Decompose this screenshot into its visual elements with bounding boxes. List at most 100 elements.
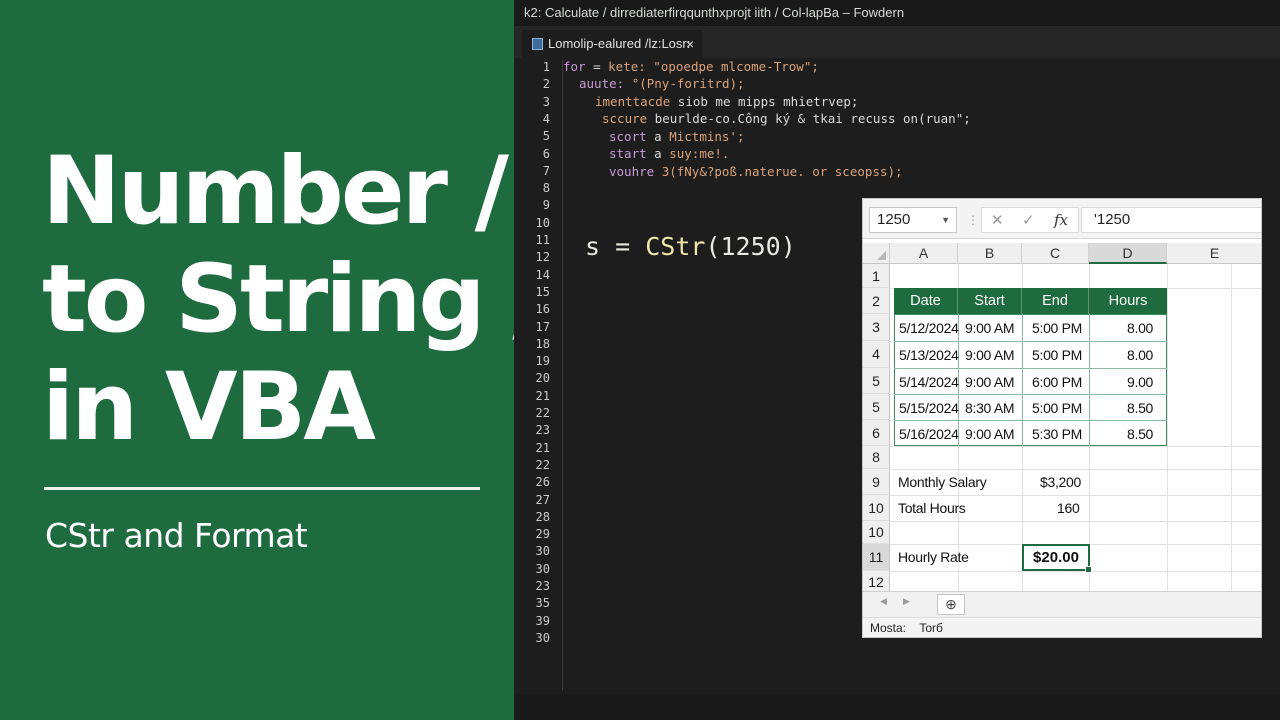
row-header[interactable]: 10	[863, 521, 890, 544]
row-header[interactable]: 6	[863, 420, 890, 446]
gridline	[890, 495, 1261, 496]
insert-function-icon[interactable]: fx	[1054, 211, 1068, 229]
code-line[interactable]: sccure beurlde-co.Công ký & tkai recuss …	[602, 111, 971, 126]
table-cell[interactable]: 5:00 PM	[1032, 400, 1082, 416]
line-number: 35	[535, 596, 550, 611]
name-box[interactable]: 1250 ▼	[869, 207, 957, 233]
hourly-rate-value[interactable]: $20.00	[1022, 544, 1092, 573]
window-title: k2: Calculate / dirrediaterfirqqunthxpro…	[514, 0, 1280, 26]
editor-tab[interactable]: Lomolip-ealured /lz:Losr: ×	[522, 30, 702, 58]
column-header-e[interactable]: E	[1167, 243, 1261, 264]
line-number: 39	[535, 613, 550, 628]
line-number: 1	[542, 60, 550, 74]
code-line[interactable]: start a suy:me!.	[609, 146, 729, 161]
gridline	[890, 446, 1261, 447]
line-number: 22	[535, 406, 550, 420]
status-bar: Mosta: Torб	[863, 617, 1261, 637]
table-cell[interactable]: 5/12/2024	[899, 320, 959, 336]
cell-grid: A B C D E 1 2 3 4 5 5 6 8 9 10 10 11 12 …	[863, 239, 1261, 594]
line-number: 29	[535, 527, 550, 542]
column-header-d[interactable]: D	[1089, 243, 1167, 264]
row-header[interactable]: 5	[863, 368, 890, 394]
code-line[interactable]: for = kete: "opoedpe mlcome-Trow";	[563, 59, 819, 74]
row-header[interactable]: 2	[863, 288, 890, 314]
row-header[interactable]: 5	[863, 394, 890, 420]
table-cell[interactable]: 9.00	[1127, 374, 1153, 390]
table-cell[interactable]: 9:00 AM	[965, 374, 1015, 390]
row-header[interactable]: 3	[863, 314, 890, 341]
chevron-down-icon[interactable]: ▼	[941, 208, 950, 232]
editor-status-strip	[514, 694, 1280, 720]
line-number: 5	[542, 129, 550, 144]
table-cell[interactable]: 5:00 PM	[1032, 320, 1082, 336]
table-cell[interactable]: 5/16/2024	[899, 426, 959, 442]
table-cell[interactable]: 8.50	[1127, 400, 1153, 416]
cstr-code-line[interactable]: s = CStr(1250)	[585, 232, 796, 261]
table-cell[interactable]: 5/15/2024	[899, 400, 959, 416]
table-cell[interactable]: 8.00	[1127, 320, 1153, 336]
tab-label: Lomolip-ealured /lz:Losr:	[548, 36, 691, 51]
table-cell[interactable]: 5:30 PM	[1032, 426, 1082, 442]
line-number: 14	[535, 267, 550, 282]
column-header-a[interactable]: A	[890, 243, 958, 264]
row-header[interactable]: 8	[863, 446, 890, 469]
row-header[interactable]: 10	[863, 495, 890, 521]
column-header-b[interactable]: B	[958, 243, 1022, 264]
monthly-salary-label[interactable]: Monthly Salary	[898, 474, 987, 490]
table-row-divider	[894, 368, 1167, 369]
select-all-corner[interactable]	[863, 243, 890, 264]
code-line[interactable]: auute: °(Pny-foritrd);	[579, 76, 745, 91]
table-cell[interactable]: 5:00 PM	[1032, 347, 1082, 363]
line-number: 9	[542, 198, 550, 213]
title-panel: Number / to String / in VBA CStr and For…	[0, 0, 547, 720]
formula-input[interactable]: '1250	[1081, 207, 1261, 233]
monthly-salary-value[interactable]: $3,200	[1040, 474, 1081, 490]
confirm-icon[interactable]: ✓	[1022, 211, 1035, 229]
line-number: 26	[535, 475, 550, 490]
close-tab-icon[interactable]: ×	[686, 30, 694, 58]
column-header-c[interactable]: C	[1022, 243, 1089, 264]
table-cell[interactable]: 6:00 PM	[1032, 374, 1082, 390]
line-number-gutter: 1 2 3 4 5 6 7 8 9 10 11 12 14 15 16 17 18 19 20 21 22 23 21 22 2…	[514, 58, 556, 658]
hourly-rate-label[interactable]: Hourly Rate	[898, 549, 969, 565]
row-header[interactable]: 9	[863, 469, 890, 495]
table-cell[interactable]: 9:00 AM	[965, 347, 1015, 363]
table-cell[interactable]: 8.00	[1127, 347, 1153, 363]
page-title: Number / to String / in VBA	[42, 138, 547, 462]
total-hours-label[interactable]: Total Hours	[898, 500, 966, 516]
scroll-left-icon[interactable]: ◀	[880, 596, 887, 607]
table-col-divider	[1089, 314, 1090, 446]
total-hours-value[interactable]: 160	[1057, 500, 1080, 516]
table-cell[interactable]: 8:30 AM	[965, 400, 1015, 416]
code-line[interactable]: imenttacde siob me mipps mhietrvep;	[595, 94, 858, 109]
line-number: 17	[535, 319, 550, 334]
table-header-start[interactable]: Start	[958, 288, 1022, 314]
table-header-date[interactable]: Date	[894, 288, 958, 314]
table-header-hours[interactable]: Hours	[1089, 288, 1167, 314]
table-cell[interactable]: 5/13/2024	[899, 347, 959, 363]
scroll-right-icon[interactable]: ▶	[903, 596, 910, 607]
table-header-end[interactable]: End	[1022, 288, 1089, 314]
code-line[interactable]: scort a Mictmins';	[609, 129, 744, 144]
row-header[interactable]: 1	[863, 264, 890, 288]
row-header[interactable]: 4	[863, 341, 890, 368]
line-number: 20	[535, 371, 550, 386]
row-header[interactable]: 11	[863, 544, 890, 571]
add-sheet-icon[interactable]: ⊕	[937, 594, 965, 615]
cancel-icon[interactable]: ✕	[991, 211, 1004, 229]
code-line[interactable]: vouhre 3(fNy&?poß.naterue. or sceopss);	[609, 164, 903, 179]
table-cell[interactable]: 5/14/2024	[899, 374, 959, 390]
row-header[interactable]: 12	[863, 571, 890, 593]
indent-guide	[562, 60, 563, 690]
table-row-divider	[894, 341, 1167, 342]
line-number: 21	[535, 440, 550, 455]
table-cell[interactable]: 8.50	[1127, 426, 1153, 442]
line-number: 8	[542, 181, 550, 196]
gridline	[1167, 264, 1168, 594]
line-number: 18	[535, 336, 550, 351]
table-cell[interactable]: 9:00 AM	[965, 320, 1015, 336]
line-number: 28	[535, 509, 550, 524]
gridline	[890, 571, 1261, 572]
table-cell[interactable]: 9:00 AM	[965, 426, 1015, 442]
title-divider	[44, 487, 480, 490]
